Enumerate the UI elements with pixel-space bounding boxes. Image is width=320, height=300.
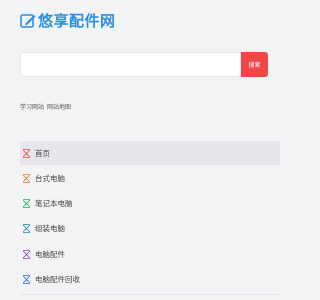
hourglass-icon (23, 173, 30, 183)
category-nav: 首页 台式电脑 笔记本电脑 组装电脑 电脑配件 电脑配件回收 (20, 141, 280, 293)
hourglass-icon (23, 224, 30, 234)
nav-item-label: 电脑配件 (35, 249, 65, 259)
site-logo[interactable]: 悠享配件网 (20, 8, 116, 34)
logo-pencil-icon (20, 13, 36, 29)
hourglass-icon (23, 275, 30, 284)
nav-item-assembled-pc[interactable]: 组装电脑 (20, 217, 280, 241)
nav-item-label: 笔记本电脑 (35, 199, 73, 209)
nav-item-label: 首页 (35, 148, 50, 158)
hourglass-icon (23, 148, 30, 158)
nav-item-laptop[interactable]: 笔记本电脑 (20, 192, 280, 216)
hourglass-icon (23, 199, 30, 208)
link-study-sites[interactable]: 学习网站 (20, 102, 44, 111)
nav-item-label: 电脑配件回收 (35, 274, 80, 284)
nav-item-label: 组装电脑 (35, 224, 65, 234)
nav-item-home[interactable]: 首页 (20, 141, 280, 165)
nav-item-pc-parts[interactable]: 电脑配件 (20, 242, 280, 266)
search-button[interactable]: 搜索 (241, 52, 268, 77)
nav-item-parts-recycling[interactable]: 电脑配件回收 (20, 267, 280, 291)
search-input[interactable] (20, 52, 241, 77)
link-site-map[interactable]: 网站地图 (47, 102, 71, 111)
footer-divider (20, 294, 280, 295)
nav-item-label: 台式电脑 (35, 173, 65, 183)
quick-links: 学习网站 网站地图 (20, 102, 71, 111)
nav-item-desktop[interactable]: 台式电脑 (20, 166, 280, 190)
hourglass-icon (23, 249, 30, 259)
logo-text: 悠享配件网 (38, 11, 116, 30)
search-bar: 搜索 (20, 52, 268, 77)
